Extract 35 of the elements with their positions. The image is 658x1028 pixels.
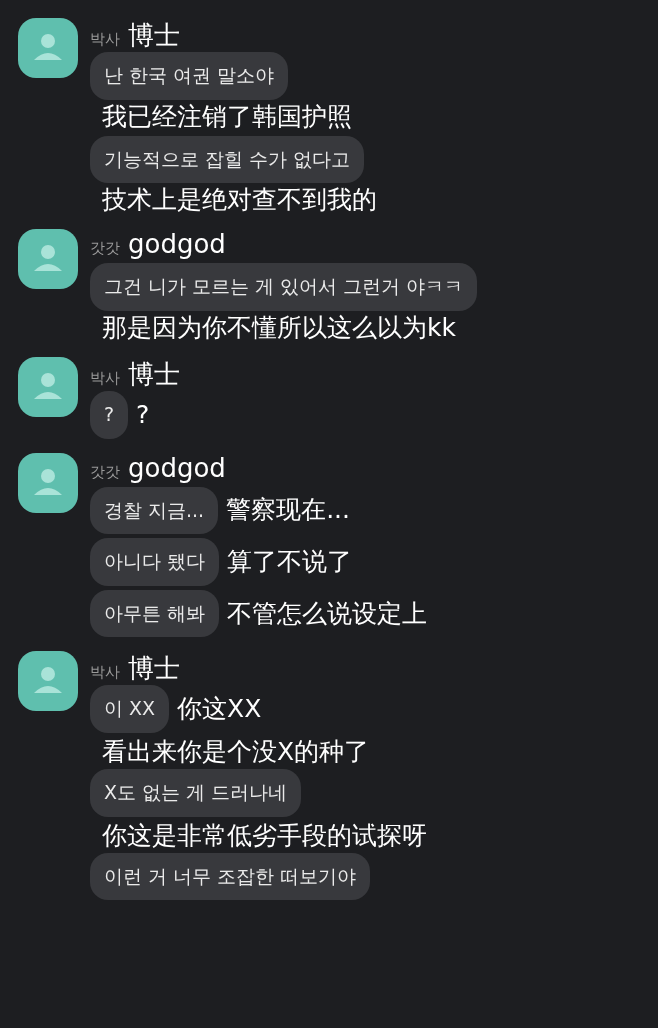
sender-translation: 博士 — [128, 19, 180, 52]
sender-translation: 博士 — [128, 652, 180, 686]
message-bubble: 아무튼 해봐 — [90, 589, 220, 638]
sender-name: 박사 — [90, 30, 120, 49]
sender-name: 갓갓 — [90, 462, 120, 482]
translation-text: 我已经注销了韩国护照 — [102, 101, 352, 132]
sender-name: 갓갓 — [90, 239, 120, 259]
avatar-icon — [18, 18, 78, 78]
translation-text: 技术上是绝对查不到我的 — [102, 185, 377, 216]
avatar-icon — [18, 651, 78, 712]
translation-text: 看出来你是个没X的种了 — [102, 737, 370, 768]
sender-translation: 博士 — [128, 357, 180, 391]
sender-translation: godgod — [128, 229, 226, 260]
avatar-icon — [18, 452, 78, 513]
sender-translation: godgod — [128, 452, 226, 483]
message-bubble: 이런 거 너무 조잡한 떠보기야 — [90, 852, 371, 901]
translation-text: 不管怎么说设定上 — [227, 598, 428, 629]
message-bubble: 아니다 됐다 — [90, 538, 220, 586]
message-bubble: ? — [90, 390, 129, 439]
translation-text: ? — [136, 399, 150, 430]
message-bubble: X도 없는 게 드러나네 — [90, 769, 302, 817]
translation-text: 警察现在... — [226, 495, 350, 526]
translation-text: 那是因为你不懂所以这么以为kk — [102, 312, 456, 343]
avatar-icon — [18, 356, 78, 417]
translation-text: 你这XX — [177, 694, 262, 725]
sender-name: 박사 — [90, 663, 120, 683]
message-bubble: 그건 니가 모르는 게 있어서 그런거 야ㅋㅋ — [90, 263, 478, 311]
message-bubble: 난 한국 여권 말소야 — [90, 52, 289, 100]
avatar-icon — [18, 229, 78, 290]
message-bubble: 기능적으로 잡힐 수가 없다고 — [90, 135, 365, 184]
translation-text: 你这是非常低劣手段的试探呀 — [102, 820, 427, 851]
sender-name: 박사 — [90, 368, 120, 388]
message-bubble: 이 XX — [90, 685, 170, 734]
translation-text: 算了不说了 — [227, 547, 353, 577]
message-bubble: 경찰 지금... — [90, 486, 219, 535]
